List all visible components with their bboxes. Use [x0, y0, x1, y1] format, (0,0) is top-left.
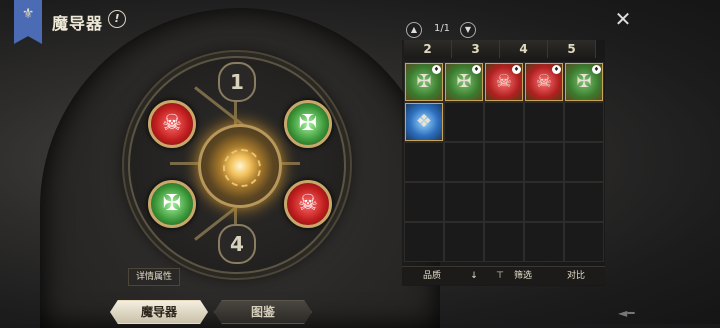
slot-number-top: 1	[218, 62, 256, 102]
page-indicator: 1/1	[433, 23, 451, 34]
inventory-item-green-gem[interactable]: ✠ ♦	[445, 63, 483, 101]
inventory-slot[interactable]	[444, 102, 484, 142]
inventory-item-red-gem[interactable]: ☠ ♦	[525, 63, 563, 101]
emblem-icon: ⚜	[21, 6, 35, 22]
filter-button[interactable]: 筛选	[508, 267, 538, 285]
inventory-slot[interactable]	[444, 222, 484, 262]
equipped-badge-icon: ♦	[552, 65, 561, 74]
filter-icon: ⊤	[496, 271, 504, 281]
page-next-button[interactable]: ▼	[460, 22, 476, 38]
compare-button[interactable]: 对比	[558, 267, 594, 285]
inventory-slot[interactable]	[404, 142, 444, 182]
column-header[interactable]: 5	[548, 40, 596, 58]
inventory-toolbar: 品质 ↓ ⊤ 筛选 对比	[402, 266, 605, 285]
core-ring	[223, 149, 261, 187]
tab-magic-device[interactable]: 魔导器	[110, 300, 208, 324]
column-header[interactable]: 4	[500, 40, 548, 58]
inventory-item-red-gem[interactable]: ☠ ♦	[485, 63, 523, 101]
inventory-slot[interactable]	[564, 142, 604, 182]
inventory-slot[interactable]	[564, 102, 604, 142]
inventory-item-green-gem[interactable]: ✠ ♦	[565, 63, 603, 101]
decorative-arrow: ◄━	[618, 306, 635, 320]
equipped-badge-icon: ♦	[592, 65, 601, 74]
equipped-badge-icon: ♦	[512, 65, 521, 74]
inventory-slot[interactable]	[404, 182, 444, 222]
equipped-gem-green-orb[interactable]: ✠	[148, 180, 196, 228]
inventory-slot[interactable]	[524, 102, 564, 142]
column-header[interactable]: 3	[452, 40, 500, 58]
page-navigator: ▲ 1/1 ▼	[404, 22, 476, 38]
inventory-slot[interactable]	[444, 142, 484, 182]
sort-order-icon[interactable]: ↓	[466, 267, 482, 285]
inventory-slot[interactable]	[444, 182, 484, 222]
inventory-slot[interactable]	[484, 142, 524, 182]
detail-attributes-button[interactable]: 详情属性	[128, 268, 180, 286]
inventory-item-green-gem[interactable]: ✠ ♦	[405, 63, 443, 101]
column-header[interactable]: 2	[404, 40, 452, 58]
equipped-badge-icon: ♦	[432, 65, 441, 74]
slot-number-bottom: 4	[218, 224, 256, 264]
inventory-slot[interactable]	[404, 222, 444, 262]
inventory-slot[interactable]	[524, 142, 564, 182]
quality-sort-button[interactable]: 品质	[412, 267, 452, 285]
inventory-slot[interactable]	[484, 182, 524, 222]
inventory-slot[interactable]	[564, 222, 604, 262]
info-icon[interactable]: !	[108, 10, 126, 28]
equipped-gem-red-skull[interactable]: ☠	[148, 100, 196, 148]
page-prev-button[interactable]: ▲	[406, 22, 422, 38]
wheel-core	[198, 124, 282, 208]
inventory-item-blue-gem[interactable]: ❖	[405, 103, 443, 141]
inventory-slot[interactable]	[524, 222, 564, 262]
inventory-slot[interactable]	[524, 182, 564, 222]
equipped-gem-red-skull[interactable]: ☠	[284, 180, 332, 228]
tab-codex[interactable]: 图鉴	[214, 300, 312, 324]
inventory-slot[interactable]	[564, 182, 604, 222]
inventory-slot[interactable]	[484, 102, 524, 142]
inventory-slot[interactable]	[484, 222, 524, 262]
close-icon[interactable]: ✕	[612, 8, 634, 30]
equipped-gem-green-orb[interactable]: ✠	[284, 100, 332, 148]
equipped-badge-icon: ♦	[472, 65, 481, 74]
page-title: 魔导器	[52, 14, 104, 33]
